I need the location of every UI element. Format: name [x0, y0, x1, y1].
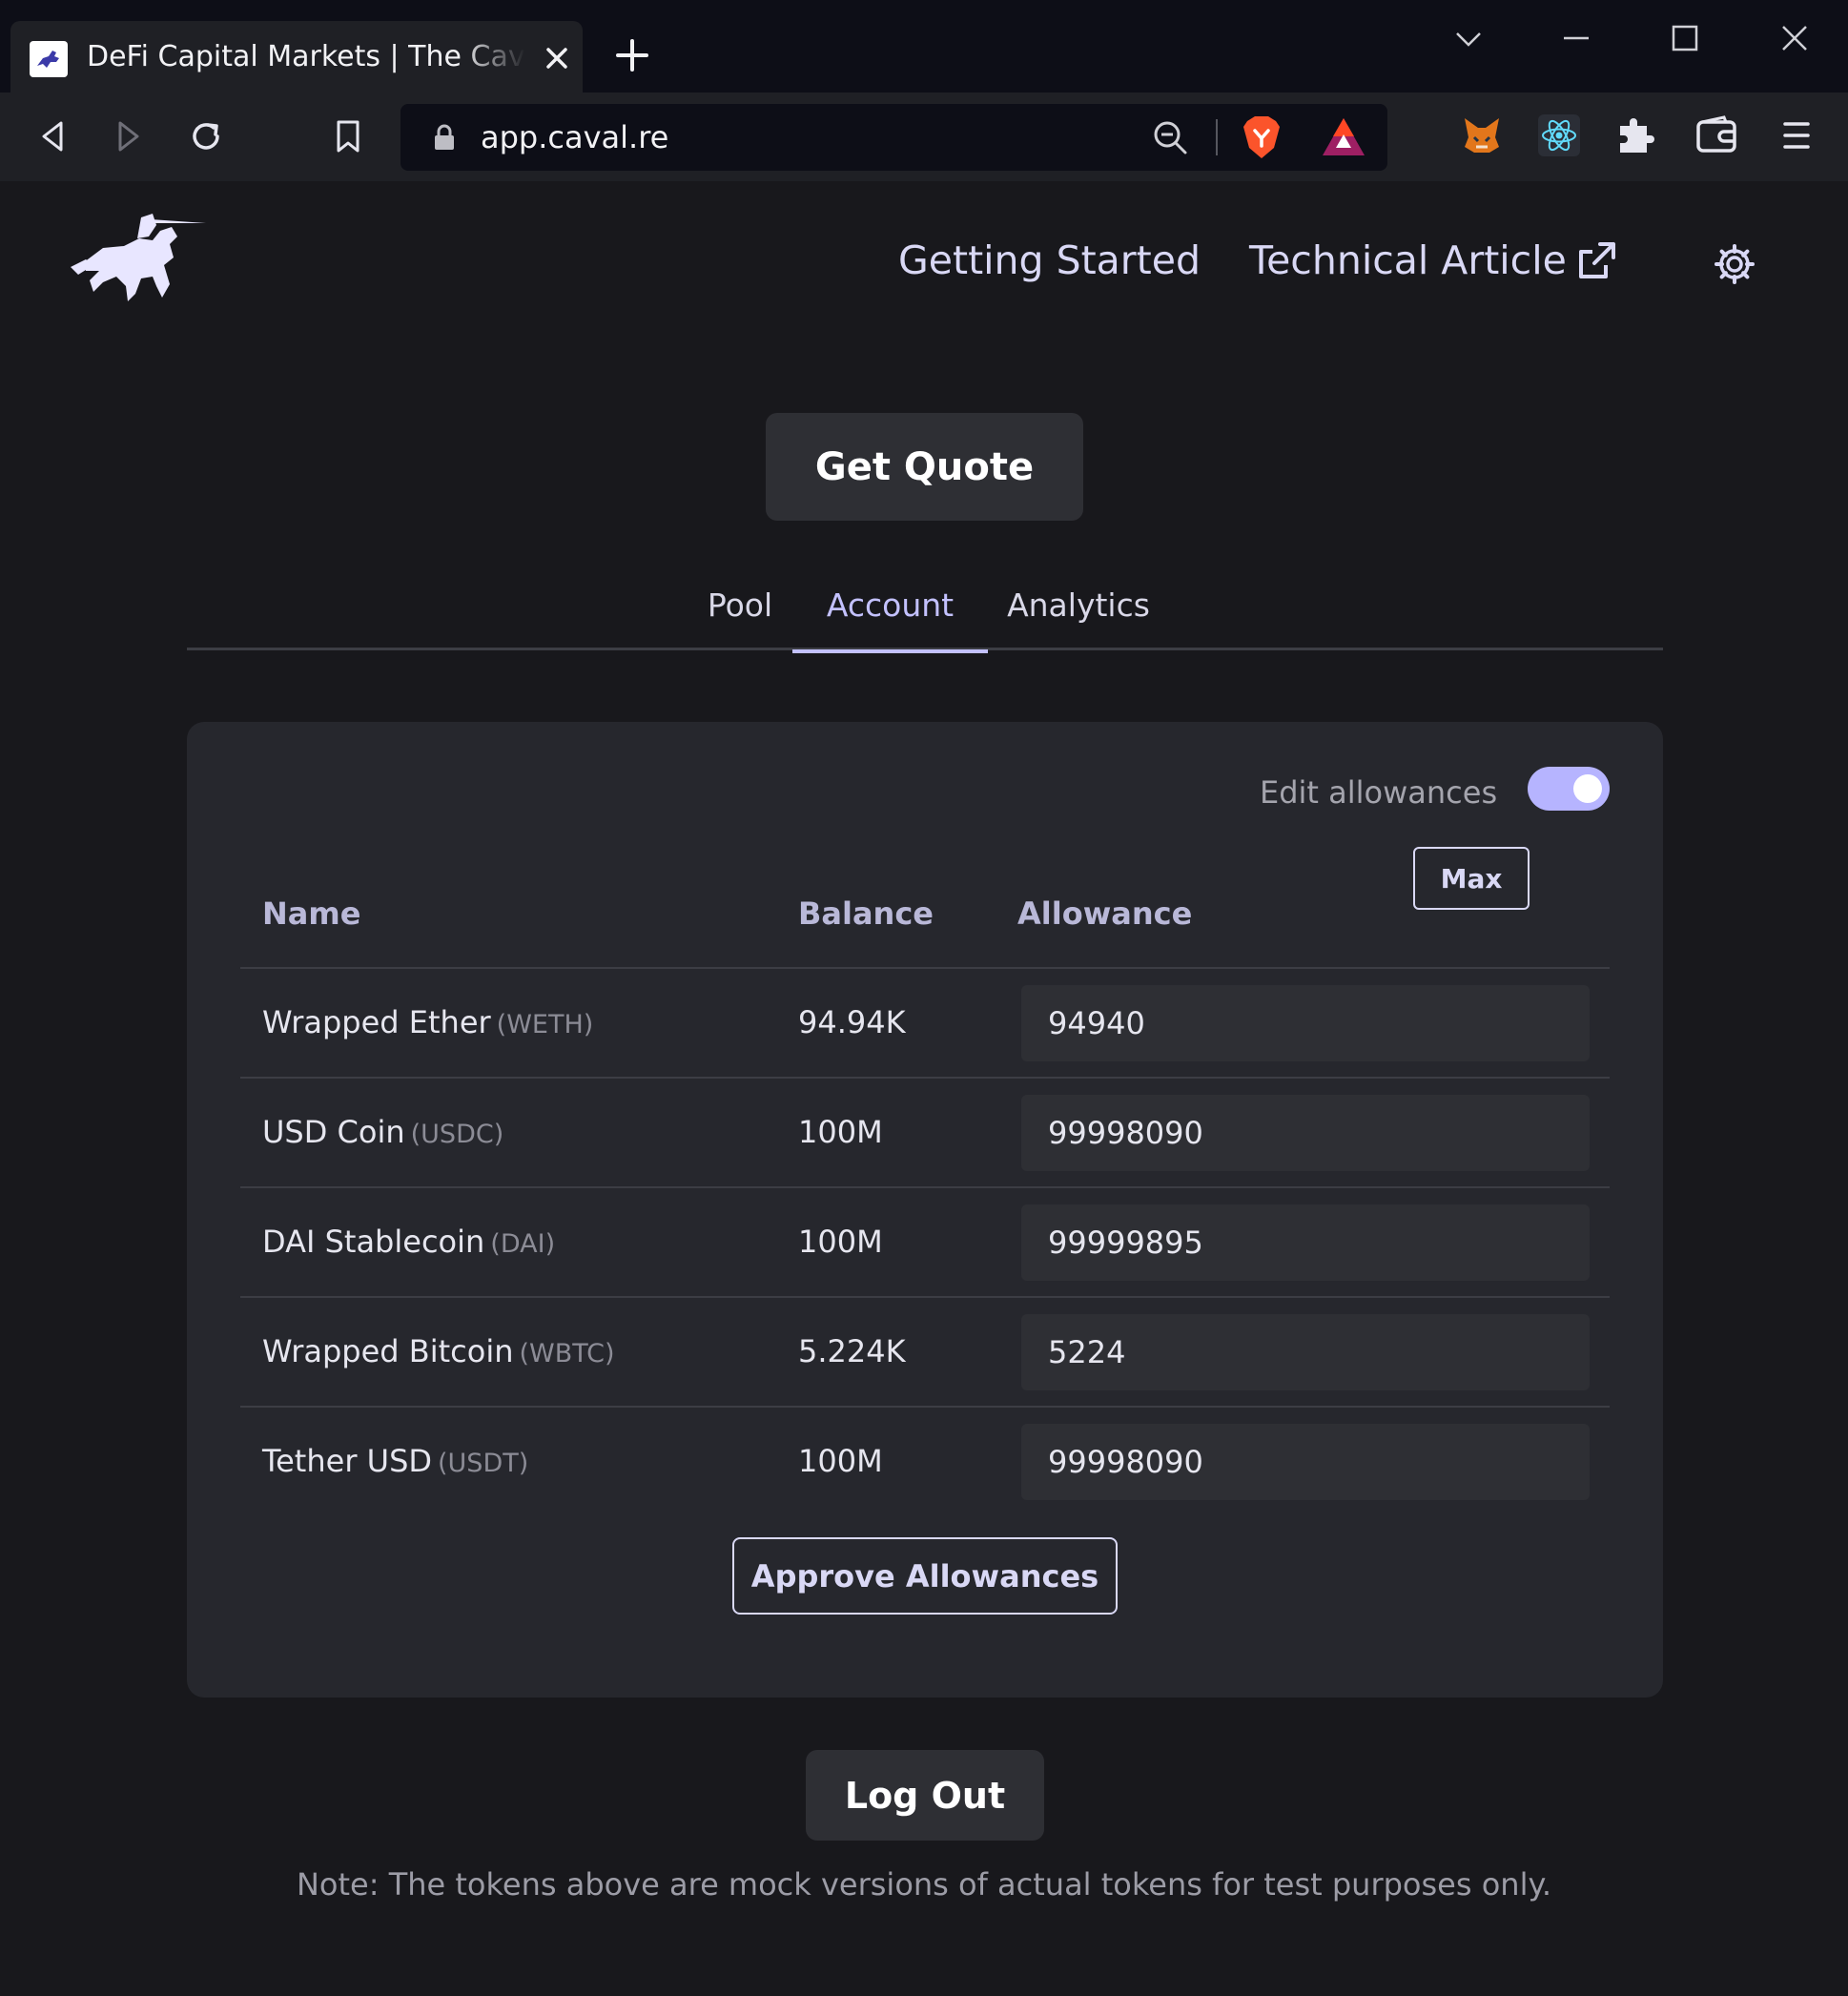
tab-analytics[interactable]: Analytics	[997, 577, 1160, 650]
token-balance: 100M	[798, 1443, 883, 1479]
forward-icon[interactable]	[107, 115, 149, 157]
nav-technical-article[interactable]: Technical Article	[1249, 237, 1567, 284]
token-name: DAI Stablecoin (DAI)	[262, 1224, 556, 1260]
tab-account[interactable]: Account	[792, 577, 988, 653]
column-balance: Balance	[798, 895, 934, 932]
token-name: USD Coin (USDC)	[262, 1114, 504, 1150]
zoom-icon[interactable]	[1150, 117, 1190, 157]
brave-shields-icon[interactable]	[1240, 113, 1283, 161]
token-name: Wrapped Bitcoin (WBTC)	[262, 1333, 615, 1369]
token-balance: 5.224K	[798, 1333, 906, 1369]
log-out-button[interactable]: Log Out	[806, 1750, 1044, 1841]
tab-pool[interactable]: Pool	[673, 577, 807, 650]
edit-allowances-label: Edit allowances	[1260, 774, 1498, 811]
cavalre-logo[interactable]	[65, 210, 208, 310]
new-tab-icon[interactable]	[615, 38, 649, 72]
reload-icon[interactable]	[185, 115, 227, 157]
allowance-input-weth[interactable]	[1021, 985, 1590, 1061]
table-row: Wrapped Bitcoin (WBTC) 5.224K	[240, 1298, 1610, 1408]
cavalre-favicon-icon	[30, 41, 68, 77]
tab-title: DeFi Capital Markets | The CavalRe	[87, 40, 525, 73]
close-window-icon[interactable]	[1776, 19, 1814, 57]
address-bar-divider	[1216, 119, 1218, 155]
token-symbol: (WETH)	[496, 1010, 594, 1039]
page-content: Getting Started Technical Article Get Qu…	[0, 181, 1848, 1996]
browser-tab[interactable]: DeFi Capital Markets | The CavalRe	[10, 21, 583, 93]
extensions-icon[interactable]	[1612, 113, 1658, 158]
menu-icon[interactable]	[1774, 113, 1819, 158]
max-button[interactable]: Max	[1413, 847, 1530, 910]
url-text[interactable]: app.caval.re	[481, 118, 668, 156]
react-devtools-icon[interactable]	[1536, 113, 1582, 158]
wallet-icon[interactable]	[1694, 113, 1739, 158]
table-row: DAI Stablecoin (DAI) 100M	[240, 1188, 1610, 1298]
nav-getting-started[interactable]: Getting Started	[898, 237, 1201, 284]
back-icon[interactable]	[32, 115, 74, 157]
lock-icon[interactable]	[431, 123, 458, 152]
token-symbol: (WBTC)	[519, 1339, 615, 1368]
bookmark-icon[interactable]	[327, 115, 369, 157]
token-balance: 100M	[798, 1114, 883, 1150]
minimize-icon[interactable]	[1557, 19, 1595, 57]
approve-allowances-button[interactable]: Approve Allowances	[732, 1537, 1118, 1615]
table-row: Wrapped Ether (WETH) 94.94K	[240, 969, 1610, 1079]
tab-search-chevron-icon[interactable]	[1449, 19, 1488, 57]
brave-rewards-icon[interactable]	[1320, 115, 1367, 159]
close-tab-icon[interactable]	[543, 44, 571, 72]
mock-tokens-note: Note: The tokens above are mock versions…	[296, 1866, 1551, 1903]
toggle-knob	[1573, 774, 1602, 803]
token-balance: 100M	[798, 1224, 883, 1260]
external-link-icon[interactable]	[1575, 240, 1617, 282]
browser-tab-bar: DeFi Capital Markets | The CavalRe	[0, 0, 1848, 93]
token-symbol: (DAI)	[490, 1229, 556, 1259]
token-name: Wrapped Ether (WETH)	[262, 1004, 594, 1040]
allowance-input-wbtc[interactable]	[1021, 1314, 1590, 1390]
table-row: Tether USD (USDT) 100M	[240, 1408, 1610, 1517]
metamask-icon[interactable]	[1459, 113, 1505, 158]
allowance-input-dai[interactable]	[1021, 1204, 1590, 1281]
maximize-icon[interactable]	[1666, 19, 1704, 57]
token-symbol: (USDT)	[438, 1449, 529, 1478]
gear-icon[interactable]	[1713, 242, 1756, 286]
browser-toolbar: app.caval.re	[0, 93, 1848, 181]
token-symbol: (USDC)	[410, 1120, 504, 1149]
allowance-input-usdc[interactable]	[1021, 1095, 1590, 1171]
account-card: Edit allowances Name Balance Allowance M…	[187, 722, 1663, 1698]
column-allowance: Allowance	[1017, 895, 1193, 932]
column-name: Name	[262, 895, 361, 932]
token-name: Tether USD (USDT)	[262, 1443, 529, 1479]
table-row: USD Coin (USDC) 100M	[240, 1079, 1610, 1188]
token-balance: 94.94K	[798, 1004, 906, 1040]
allowance-input-usdt[interactable]	[1021, 1424, 1590, 1500]
edit-allowances-toggle[interactable]	[1528, 767, 1610, 811]
main-tabs: Pool Account Analytics	[187, 577, 1663, 653]
get-quote-button[interactable]: Get Quote	[766, 413, 1083, 521]
table-header: Name Balance Allowance	[240, 889, 1610, 969]
address-bar[interactable]: app.caval.re	[400, 104, 1387, 171]
